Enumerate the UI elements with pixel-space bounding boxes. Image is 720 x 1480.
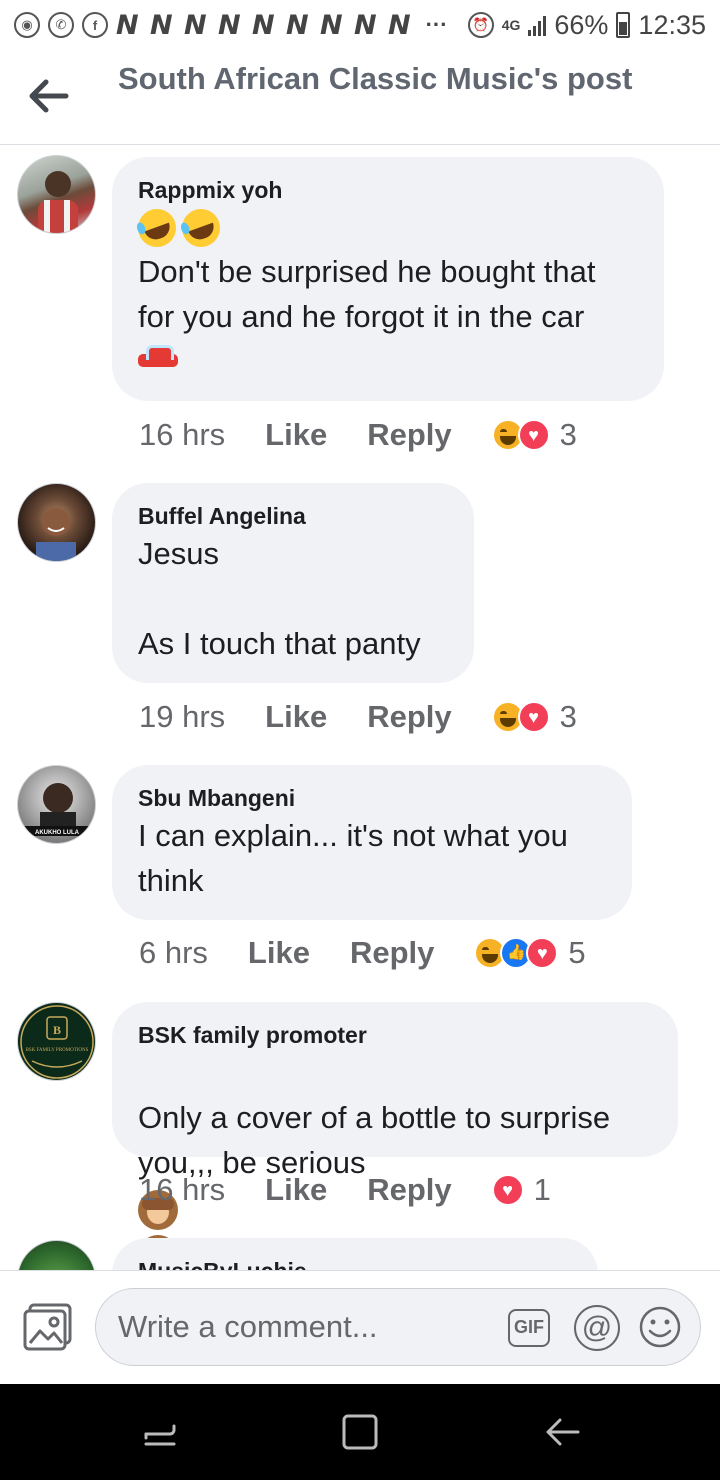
comment-composer: Write a comment... GIF @ bbox=[0, 1270, 720, 1384]
rofl-emoji-icon bbox=[132, 203, 182, 253]
avatar-label: AKUKHO LULA bbox=[35, 830, 80, 836]
emoji-row bbox=[132, 203, 638, 253]
like-button[interactable]: Like bbox=[248, 935, 310, 971]
comment-text: Don't be surprised he bought that for yo… bbox=[138, 254, 596, 334]
love-reaction-icon bbox=[517, 701, 550, 733]
comment-text: Only a cover of a bottle to surprise you… bbox=[138, 1100, 611, 1180]
alarm-icon: ⏰ bbox=[467, 12, 494, 38]
reply-button[interactable]: Reply bbox=[367, 1172, 451, 1208]
comment-author[interactable]: MusicByLuchie bbox=[138, 1256, 572, 1270]
recent-apps-icon[interactable] bbox=[140, 1412, 180, 1452]
network-type: 4G bbox=[501, 16, 521, 33]
reply-button[interactable]: Reply bbox=[367, 699, 451, 735]
reactions[interactable]: 1 bbox=[491, 1172, 551, 1208]
comment-text: I can explain... it's not what you think bbox=[138, 818, 568, 898]
svg-text:B: B bbox=[53, 1023, 61, 1037]
avatar[interactable] bbox=[17, 155, 96, 234]
post-header: South African Classic Music's post bbox=[0, 50, 720, 145]
avatar[interactable] bbox=[17, 483, 96, 562]
reaction-count: 1 bbox=[533, 1172, 551, 1207]
avatar[interactable] bbox=[17, 1240, 96, 1270]
comment-actions: 16 hrs Like Reply 1 bbox=[139, 1172, 551, 1208]
notification-icons: N N N N N N N N N bbox=[116, 9, 412, 41]
comment-time[interactable]: 16 hrs bbox=[139, 417, 225, 453]
reaction-count: 5 bbox=[568, 935, 586, 970]
like-button[interactable]: Like bbox=[265, 417, 327, 453]
comment-time[interactable]: 6 hrs bbox=[139, 935, 208, 971]
comment-input[interactable]: Write a comment... GIF @ bbox=[95, 1288, 701, 1366]
like-button[interactable]: Like bbox=[265, 699, 327, 735]
emoji-icon[interactable] bbox=[638, 1305, 682, 1349]
comment-text: Jesus As I touch that panty bbox=[138, 536, 421, 661]
mention-icon[interactable]: @ bbox=[574, 1305, 620, 1351]
reactions[interactable]: 3 bbox=[491, 699, 577, 735]
reactions[interactable]: 3 bbox=[491, 417, 577, 453]
reactions[interactable]: 5 bbox=[474, 935, 586, 971]
avatar-label: BSK FAMILY PROMOTIONS bbox=[26, 1048, 89, 1053]
home-icon[interactable] bbox=[340, 1412, 380, 1452]
comment-bubble[interactable]: MusicByLuchie bbox=[112, 1238, 598, 1270]
love-reaction-icon bbox=[517, 419, 550, 451]
comment-item: MusicByLuchie bbox=[0, 1238, 720, 1270]
signal-icon bbox=[528, 14, 547, 36]
comment-author[interactable]: Sbu Mbangeni bbox=[138, 783, 606, 813]
avatar[interactable]: AKUKHO LULA bbox=[17, 765, 96, 844]
comment-actions: 19 hrs Like Reply 3 bbox=[139, 699, 577, 735]
comment-input-placeholder: Write a comment... bbox=[118, 1309, 378, 1344]
facebook-icon: f bbox=[82, 12, 108, 38]
system-nav-bar bbox=[0, 1384, 720, 1480]
battery-percent: 66% bbox=[554, 9, 609, 40]
comment-author[interactable]: Rappmix yoh bbox=[138, 175, 638, 205]
comment-bubble[interactable]: Rappmix yoh Don't be surprised he bought… bbox=[112, 157, 664, 401]
battery-icon bbox=[616, 12, 631, 38]
page-title: South African Classic Music's post bbox=[118, 61, 633, 96]
reply-button[interactable]: Reply bbox=[350, 935, 434, 971]
reaction-count: 3 bbox=[559, 699, 577, 734]
car-emoji-icon bbox=[138, 345, 178, 371]
like-button[interactable]: Like bbox=[265, 1172, 327, 1208]
comment-time[interactable]: 16 hrs bbox=[139, 1172, 225, 1208]
back-nav-icon[interactable] bbox=[542, 1412, 582, 1452]
rofl-emoji-icon bbox=[176, 203, 226, 253]
comment-actions: 6 hrs Like Reply 5 bbox=[139, 935, 586, 971]
avatar[interactable]: B BSK FAMILY PROMOTIONS bbox=[17, 1002, 96, 1081]
love-reaction-icon bbox=[491, 1174, 524, 1206]
comment-bubble[interactable]: BSK family promoter Only a cover of a bo… bbox=[112, 1002, 678, 1365]
comment-bubble[interactable]: Buffel Angelina Jesus As I touch that pa… bbox=[112, 483, 474, 683]
comment-author[interactable]: Buffel Angelina bbox=[138, 501, 448, 531]
comment-bubble[interactable]: Sbu Mbangeni I can explain... it's not w… bbox=[112, 765, 632, 920]
comment-time[interactable]: 19 hrs bbox=[139, 699, 225, 735]
reaction-count: 3 bbox=[559, 417, 577, 452]
gif-icon[interactable]: GIF bbox=[508, 1309, 550, 1347]
more-notifications-icon: ··· bbox=[425, 12, 448, 37]
comment-actions: 16 hrs Like Reply 3 bbox=[139, 417, 577, 453]
love-reaction-icon bbox=[526, 937, 559, 969]
status-bar: ◉ ✆ f N N N N N N N N N ··· ⏰ 4G 66% 12:… bbox=[0, 0, 720, 50]
photo-icon[interactable] bbox=[22, 1303, 74, 1351]
whatsapp-icon: ✆ bbox=[48, 12, 74, 38]
reply-button[interactable]: Reply bbox=[367, 417, 451, 453]
arrow-left-icon[interactable] bbox=[26, 76, 70, 116]
clock: 12:35 bbox=[638, 9, 706, 40]
chrome-icon: ◉ bbox=[14, 12, 40, 38]
comment-author[interactable]: BSK family promoter bbox=[138, 1020, 652, 1050]
